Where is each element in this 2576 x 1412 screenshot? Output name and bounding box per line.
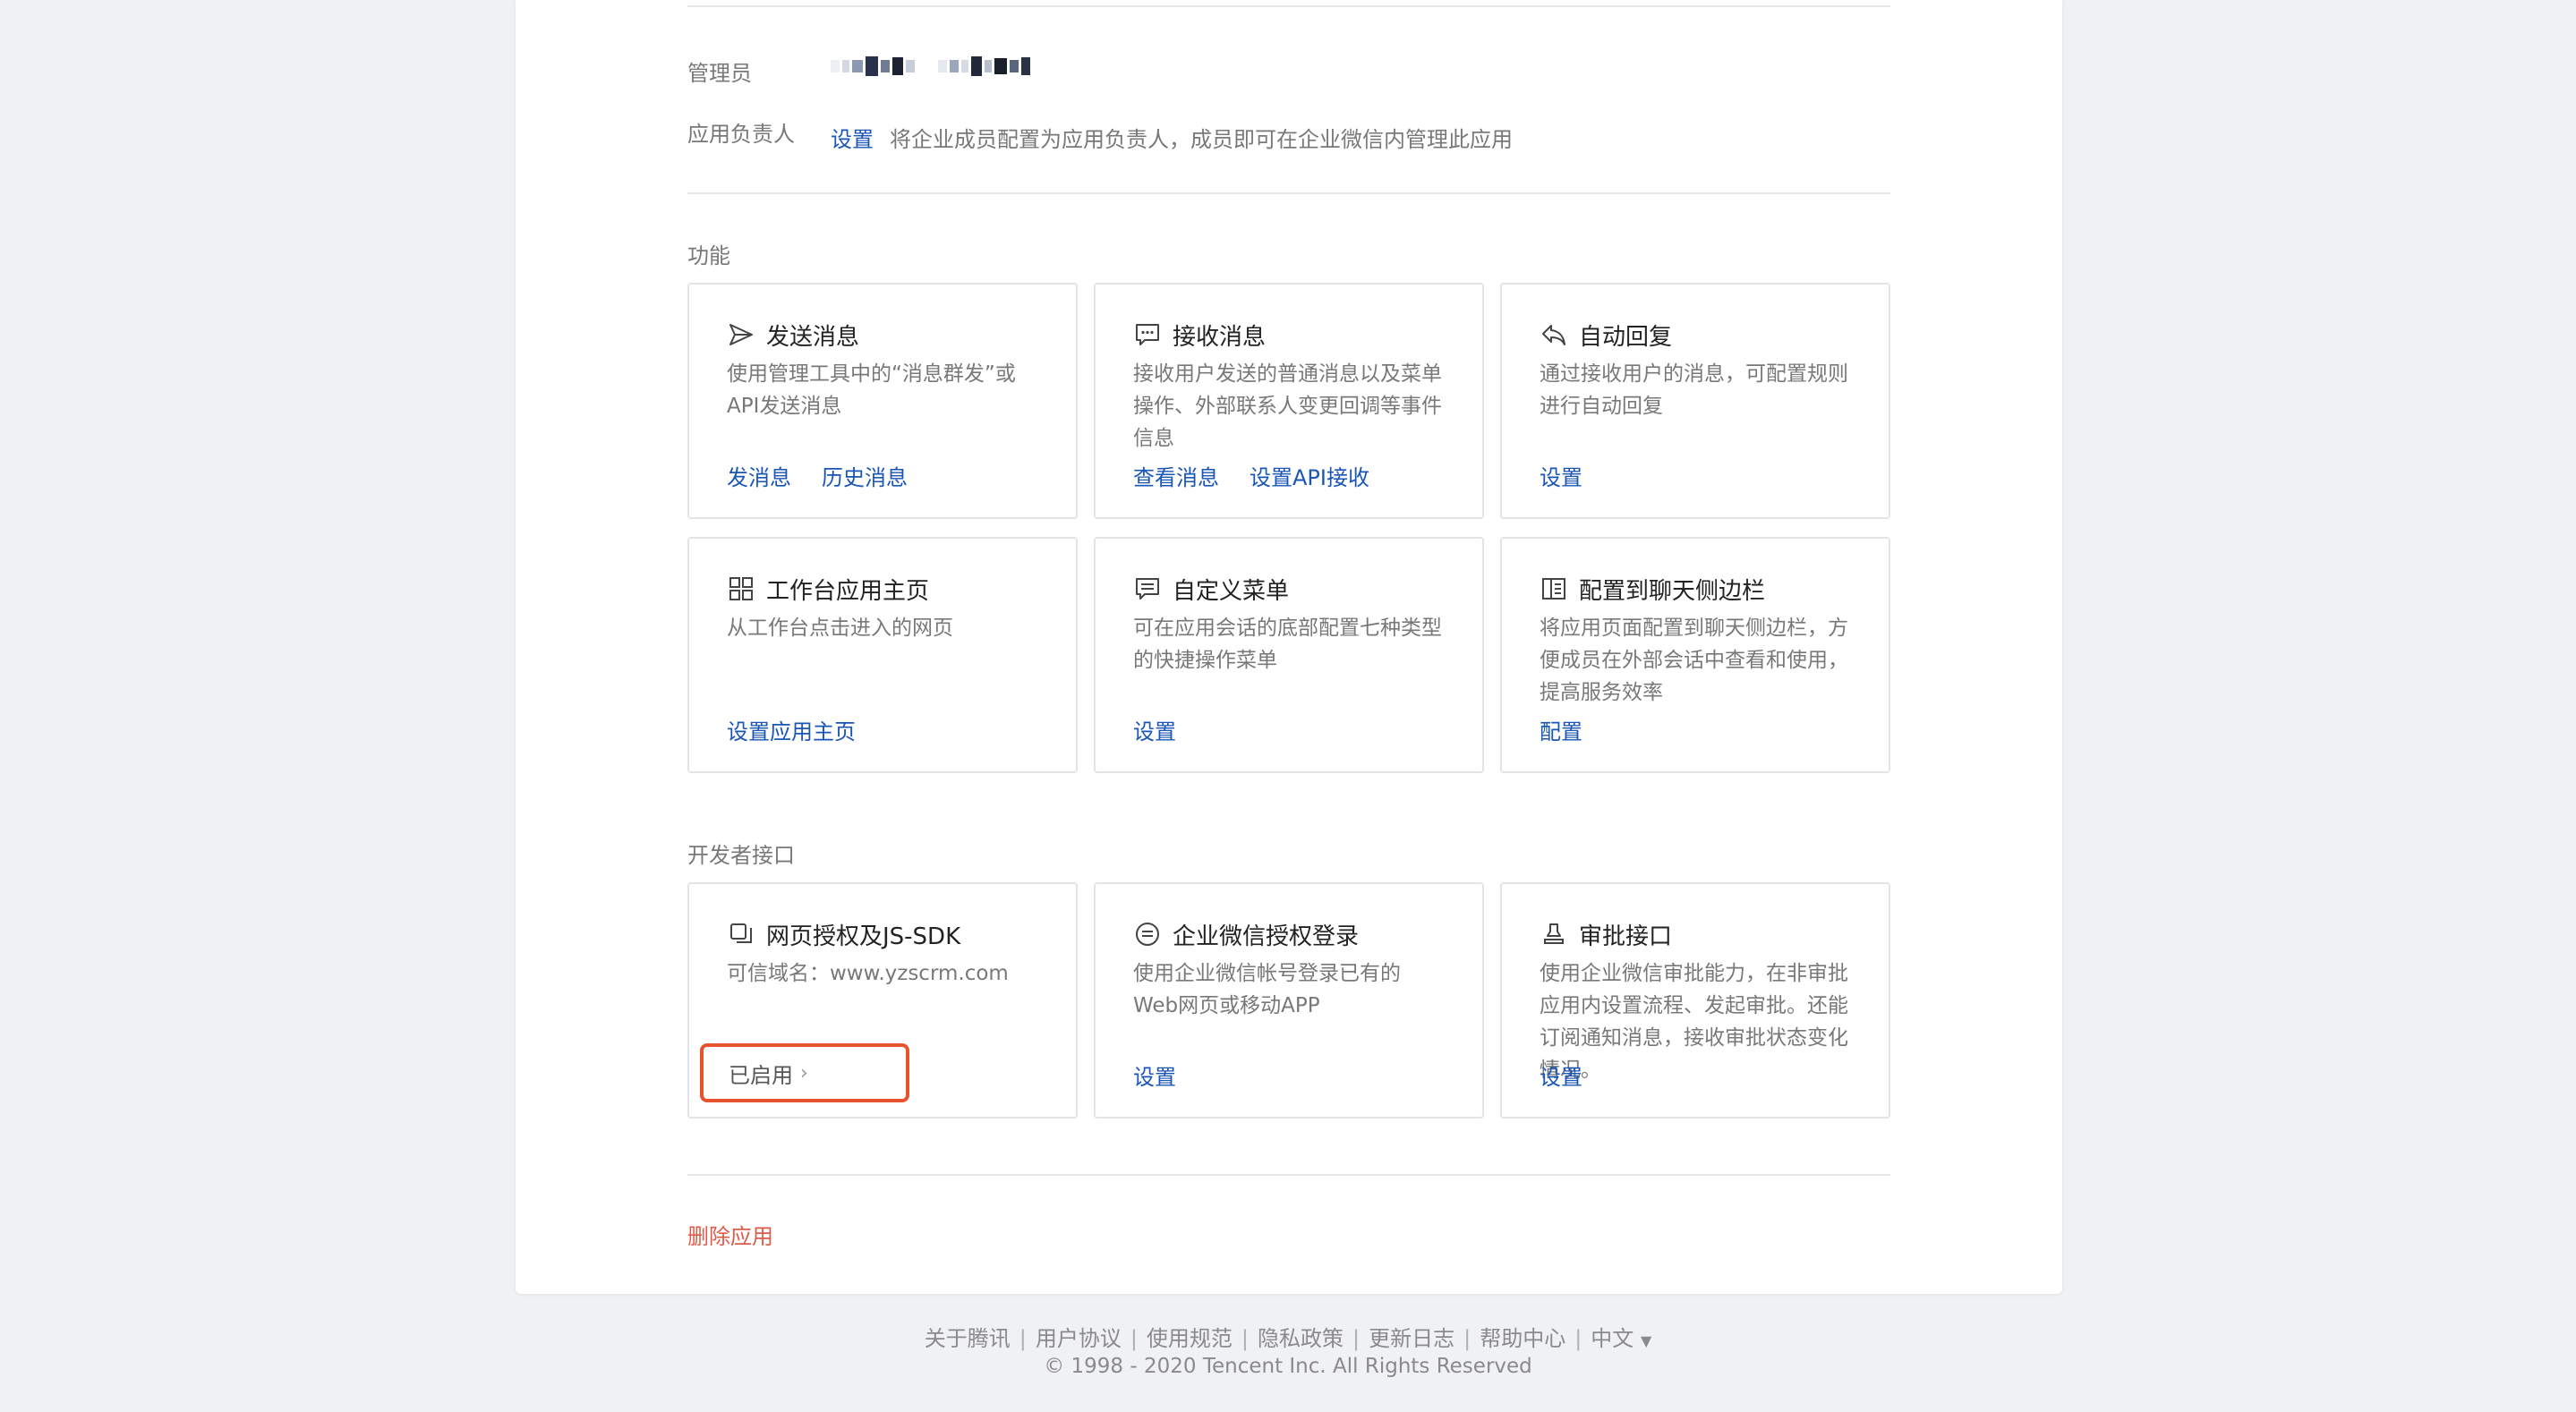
custom-menu-set-link[interactable]: 设置 (1133, 714, 1176, 745)
section-divider (687, 192, 1890, 194)
card-send-message: 发送消息 使用管理工具中的“消息群发”或API发送消息 发消息 历史消息 (687, 283, 1078, 519)
footer-separator: | (1574, 1326, 1582, 1351)
caret-down-icon: ▼ (1640, 1332, 1652, 1349)
admin-name-redacted (938, 50, 1030, 82)
login-icon (1133, 920, 1162, 948)
card-description: 使用企业微信帐号登录已有的Web网页或移动APP (1133, 962, 1401, 1017)
enabled-status: 已启用 (729, 1062, 793, 1088)
card-title: 网页授权及JS-SDK (766, 923, 961, 950)
footer-separator: | (1130, 1326, 1138, 1351)
footer-separator: | (1352, 1326, 1361, 1351)
chevron-right-icon: › (800, 1061, 808, 1085)
card-custom-menu: 自定义菜单 可在应用会话的底部配置七种类型的快捷操作菜单 设置 (1094, 537, 1484, 773)
card-title: 发送消息 (766, 323, 860, 351)
bottom-divider (687, 1174, 1890, 1176)
footer-separator: | (1241, 1326, 1250, 1351)
set-homepage-link[interactable]: 设置应用主页 (727, 714, 856, 745)
card-title: 配置到聊天侧边栏 (1579, 577, 1766, 605)
footer-copyright: © 1998 - 2020 Tencent Inc. All Rights Re… (1044, 1355, 1532, 1378)
auto-reply-set-link[interactable]: 设置 (1540, 460, 1582, 491)
owner-description: 将企业成员配置为应用负责人，成员即可在企业微信内管理此应用 (890, 127, 1513, 152)
card-title: 企业微信授权登录 (1173, 923, 1360, 950)
card-title: 审批接口 (1579, 923, 1673, 950)
admin-label: 管理员 (687, 61, 752, 86)
stamp-icon (1540, 920, 1568, 948)
footer-user-agreement-link[interactable]: 用户协议 (1036, 1326, 1122, 1351)
card-chat-sidebar: 配置到聊天侧边栏 将应用页面配置到聊天侧边栏，方便成员在外部会话中查看和使用，提… (1500, 537, 1890, 773)
admin-avatar-redacted (831, 50, 915, 82)
reply-icon (1540, 320, 1568, 349)
footer-links: 关于腾讯 | 用户协议 | 使用规范 | 隐私政策 | 更新日志 | 帮助中心 | 中文 ▼ (0, 1321, 2576, 1352)
footer-changelog-link[interactable]: 更新日志 (1369, 1326, 1454, 1351)
card-title: 自定义菜单 (1173, 577, 1290, 605)
card-receive-message: 接收消息 接收用户发送的普通消息以及菜单操作、外部联系人变更回调等事件信息 查看… (1094, 283, 1484, 519)
approval-set-link[interactable]: 设置 (1540, 1065, 1582, 1090)
card-description: 将应用页面配置到聊天侧边栏，方便成员在外部会话中查看和使用，提高服务效率 (1540, 617, 1848, 704)
card-title: 接收消息 (1173, 323, 1267, 351)
auth-login-set-link[interactable]: 设置 (1133, 1059, 1176, 1091)
card-title: 自动回复 (1579, 323, 1673, 351)
card-description: 使用管理工具中的“消息群发”或API发送消息 (727, 362, 1016, 418)
menu-icon (1133, 574, 1162, 603)
chat-bubble-icon (1133, 320, 1162, 349)
card-description: 从工作台点击进入的网页 (727, 617, 953, 640)
footer-separator: | (1463, 1326, 1471, 1351)
view-messages-link[interactable]: 查看消息 (1133, 460, 1219, 491)
card-description: 可在应用会话的底部配置七种类型的快捷操作菜单 (1133, 617, 1442, 672)
language-selector[interactable]: 中文 ▼ (1591, 1326, 1651, 1351)
send-icon (727, 320, 755, 349)
chat-sidebar-config-link[interactable]: 配置 (1540, 714, 1582, 745)
footer-privacy-link[interactable]: 隐私政策 (1258, 1326, 1343, 1351)
developer-title: 开发者接口 (687, 843, 795, 868)
card-wework-auth-login: 企业微信授权登录 使用企业微信帐号登录已有的Web网页或移动APP 设置 (1094, 882, 1484, 1119)
grid-icon (727, 574, 755, 603)
delete-app-link[interactable]: 删除应用 (687, 1219, 773, 1250)
card-description: 可信域名：www.yzscrm.com (727, 962, 1009, 985)
card-description: 使用企业微信审批能力，在非审批应用内设置流程、发起审批。还能订阅通知消息，接收审… (1540, 962, 1848, 1082)
jssdk-enabled-button[interactable]: 已启用 › (700, 1043, 909, 1102)
history-message-link[interactable]: 历史消息 (822, 460, 908, 491)
owner-row: 设置 将企业成员配置为应用负责人，成员即可在企业微信内管理此应用 (831, 122, 1513, 153)
sidebar-icon (1540, 574, 1568, 603)
footer-separator: | (1019, 1326, 1027, 1351)
card-description: 接收用户发送的普通消息以及菜单操作、外部联系人变更回调等事件信息 (1133, 362, 1442, 450)
set-api-receive-link[interactable]: 设置API接收 (1250, 460, 1369, 491)
card-approval-api: 审批接口 使用企业微信审批能力，在非审批应用内设置流程、发起审批。还能订阅通知消… (1500, 882, 1890, 1119)
features-title: 功能 (687, 243, 730, 268)
app-detail-panel: 管理员 应用负责人 设置 将企业成员配置为应用负责人，成员即可在企业微信内管理此应… (516, 0, 2062, 1294)
language-label: 中文 (1591, 1326, 1634, 1351)
footer-help-link[interactable]: 帮助中心 (1480, 1326, 1565, 1351)
copy-icon (727, 920, 755, 948)
owner-label: 应用负责人 (687, 122, 795, 147)
card-web-auth-jssdk: 网页授权及JS-SDK 可信域名：www.yzscrm.com 已启用 › (687, 882, 1078, 1119)
card-description: 通过接收用户的消息，可配置规则进行自动回复 (1540, 362, 1848, 418)
footer-usage-rules-link[interactable]: 使用规范 (1147, 1326, 1233, 1351)
top-divider (687, 5, 1890, 7)
card-auto-reply: 自动回复 通过接收用户的消息，可配置规则进行自动回复 设置 (1500, 283, 1890, 519)
owner-set-link[interactable]: 设置 (831, 127, 874, 152)
footer-about-link[interactable]: 关于腾讯 (925, 1326, 1011, 1351)
card-workbench-homepage: 工作台应用主页 从工作台点击进入的网页 设置应用主页 (687, 537, 1078, 773)
card-title: 工作台应用主页 (766, 577, 930, 605)
send-message-link[interactable]: 发消息 (727, 460, 791, 491)
